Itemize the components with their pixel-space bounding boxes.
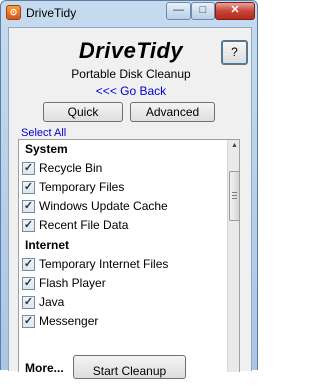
title-bar[interactable]: ⊙ DriveTidy — □ ✕ — [1, 1, 257, 26]
checkbox[interactable]: ✓ — [22, 277, 35, 290]
item-label: Flash Player — [39, 276, 106, 290]
group-heading-internet: Internet — [25, 238, 70, 252]
help-button[interactable]: ? — [221, 40, 248, 65]
quick-mode-button[interactable]: Quick — [43, 102, 123, 122]
window-title: DriveTidy — [26, 6, 77, 20]
grip-line — [232, 198, 237, 199]
item-label: Messenger — [39, 314, 99, 328]
app-window: ⊙ DriveTidy — □ ✕ DriveTidy ? Portable D… — [0, 0, 258, 379]
drivetidy-app-icon[interactable]: ⊙ — [6, 5, 21, 20]
select-all-link[interactable]: Select All — [21, 127, 66, 139]
item-label: Recycle Bin — [39, 161, 103, 175]
cleanup-list: System ✓ Recycle Bin ✓ Temporary Files ✓… — [18, 139, 240, 372]
more-link[interactable]: More... — [25, 361, 64, 372]
maximize-button[interactable]: □ — [191, 2, 215, 20]
checkbox[interactable]: ✓ — [22, 258, 35, 271]
subtitle: Portable Disk Cleanup — [71, 67, 191, 81]
app-title: DriveTidy — [78, 38, 184, 63]
checkbox[interactable]: ✓ — [22, 200, 35, 213]
item-label: Temporary Files — [39, 180, 125, 194]
grip-line — [232, 195, 237, 196]
checkbox[interactable]: ✓ — [22, 181, 35, 194]
advanced-mode-button[interactable]: Advanced — [130, 102, 215, 122]
item-label: Recent File Data — [39, 218, 129, 232]
client-area: DriveTidy ? Portable Disk Cleanup <<< Go… — [8, 27, 253, 379]
group-heading-system: System — [25, 142, 68, 156]
scroll-thumb[interactable] — [229, 171, 239, 221]
checkbox[interactable]: ✓ — [22, 219, 35, 232]
item-label: Java — [39, 295, 65, 309]
list-scrollbar[interactable]: ▲ — [227, 140, 239, 372]
checkbox[interactable]: ✓ — [22, 315, 35, 328]
item-label: Temporary Internet Files — [39, 257, 169, 271]
checkbox[interactable]: ✓ — [22, 296, 35, 309]
start-cleanup-button[interactable]: Start Cleanup — [73, 355, 186, 379]
grip-line — [232, 192, 237, 193]
checkbox[interactable]: ✓ — [22, 162, 35, 175]
close-button[interactable]: ✕ — [215, 2, 255, 20]
minimize-button[interactable]: — — [166, 2, 191, 20]
scroll-up-arrow-icon[interactable]: ▲ — [228, 142, 239, 154]
go-back-link[interactable]: <<< Go Back — [9, 84, 253, 98]
item-label: Windows Update Cache — [39, 199, 168, 213]
